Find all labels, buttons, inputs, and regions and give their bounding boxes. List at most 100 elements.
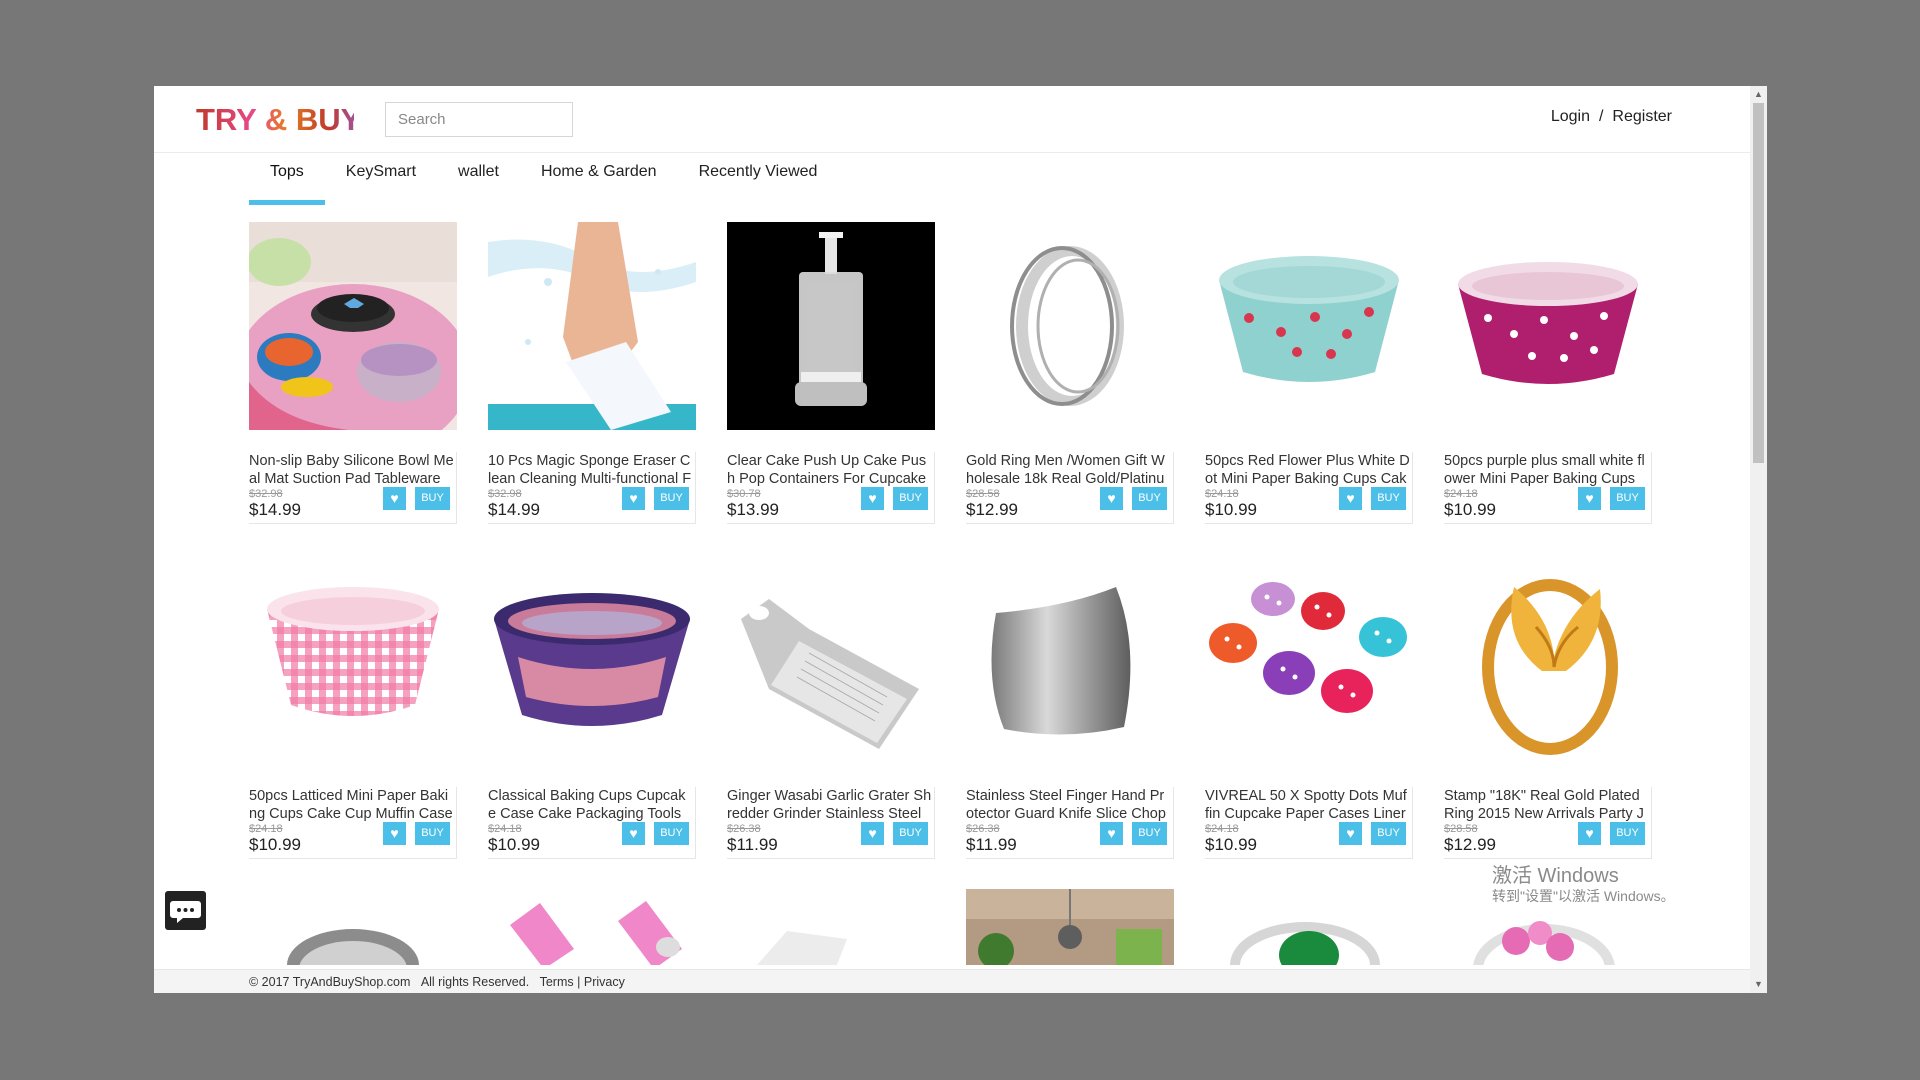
buy-button[interactable]: BUY <box>1610 487 1645 510</box>
chat-button[interactable] <box>165 891 206 930</box>
product-info: VIVREAL 50 X Spotty Dots Muffin Cupcake … <box>1205 787 1413 859</box>
product-price: $14.99 <box>249 500 301 519</box>
product-image-partial[interactable] <box>249 889 457 965</box>
product-title[interactable]: 50pcs purple plus small white flower Min… <box>1444 452 1651 488</box>
product-title[interactable]: Gold Ring Men /Women Gift Wholesale 18k … <box>966 452 1173 488</box>
heart-icon[interactable]: ♥ <box>1100 487 1123 510</box>
product-card[interactable]: 50pcs purple plus small white flower Min… <box>1444 222 1654 524</box>
product-image-purple-floral-cupcake-liner[interactable] <box>1444 222 1652 430</box>
product-info: 50pcs purple plus small white flower Min… <box>1444 452 1652 524</box>
product-card[interactable]: Ginger Wasabi Garlic Grater Shredder Gri… <box>727 557 937 859</box>
product-image-finger-guard[interactable] <box>966 557 1174 765</box>
buy-button[interactable]: BUY <box>654 487 689 510</box>
product-card[interactable]: Stainless Steel Finger Hand Protector Gu… <box>966 557 1176 859</box>
product-image-partial[interactable] <box>488 889 696 965</box>
product-image-pink-gingham-cupcake-liner[interactable] <box>249 557 457 765</box>
product-price: $13.99 <box>727 500 779 519</box>
product-price: $11.99 <box>966 835 1017 854</box>
product-price: $14.99 <box>488 500 540 519</box>
product-image-ginger-grater[interactable] <box>727 557 935 765</box>
product-info: Gold Ring Men /Women Gift Wholesale 18k … <box>966 452 1174 524</box>
scroll-thumb[interactable] <box>1753 103 1764 463</box>
product-image-silver-ring[interactable] <box>966 222 1174 430</box>
product-title[interactable]: 50pcs Latticed Mini Paper Baking Cups Ca… <box>249 787 456 823</box>
terms-link[interactable]: Terms <box>540 975 574 989</box>
product-image-cake-push-pop[interactable] <box>727 222 935 430</box>
product-old-price: $32.98 <box>249 488 283 500</box>
product-price: $10.99 <box>1205 500 1257 519</box>
scroll-up-arrow-icon[interactable]: ▲ <box>1750 86 1767 103</box>
logo-text: TRY & BUY <box>196 102 354 137</box>
product-title[interactable]: Stainless Steel Finger Hand Protector Gu… <box>966 787 1173 823</box>
heart-icon[interactable]: ♥ <box>622 487 645 510</box>
site-logo[interactable]: TRY & BUY <box>194 98 354 138</box>
buy-button[interactable]: BUY <box>1371 487 1406 510</box>
product-old-price: $26.38 <box>727 823 761 835</box>
product-card[interactable]: Clear Cake Push Up Cake Push Pop Contain… <box>727 222 937 524</box>
tab-recently-viewed[interactable]: Recently Viewed <box>678 152 839 215</box>
product-image-silicone-bowl-mat[interactable] <box>249 222 457 430</box>
login-link[interactable]: Login <box>1551 108 1590 125</box>
product-title[interactable]: 50pcs Red Flower Plus White Dot Mini Pap… <box>1205 452 1412 488</box>
buy-button[interactable]: BUY <box>893 822 928 845</box>
product-image-spotty-dot-liners[interactable] <box>1205 557 1413 765</box>
buy-button[interactable]: BUY <box>893 487 928 510</box>
chat-bubble-icon <box>170 901 201 923</box>
product-title[interactable]: Clear Cake Push Up Cake Push Pop Contain… <box>727 452 934 488</box>
heart-icon[interactable]: ♥ <box>1578 822 1601 845</box>
product-image-partial[interactable] <box>966 889 1174 965</box>
product-info: Non-slip Baby Silicone Bowl Meal Mat Suc… <box>249 452 457 524</box>
heart-icon[interactable]: ♥ <box>1339 822 1362 845</box>
search-input[interactable] <box>385 102 573 137</box>
heart-icon[interactable]: ♥ <box>1339 487 1362 510</box>
product-title[interactable]: Classical Baking Cups Cupcake Case Cake … <box>488 787 695 823</box>
rights-text: All rights Reserved. <box>420 975 530 989</box>
product-info: 50pcs Latticed Mini Paper Baking Cups Ca… <box>249 787 457 859</box>
tab-keysmart[interactable]: KeySmart <box>325 152 437 215</box>
register-link[interactable]: Register <box>1612 108 1672 125</box>
product-title[interactable]: Stamp "18K" Real Gold Plated Ring 2015 N… <box>1444 787 1651 823</box>
buy-button[interactable]: BUY <box>1371 822 1406 845</box>
product-title[interactable]: Non-slip Baby Silicone Bowl Meal Mat Suc… <box>249 452 456 488</box>
product-image-partial[interactable] <box>1205 889 1413 965</box>
product-image-teal-floral-cupcake-liner[interactable] <box>1205 222 1413 430</box>
heart-icon[interactable]: ♥ <box>861 487 884 510</box>
buy-button[interactable]: BUY <box>415 822 450 845</box>
product-info: Stamp "18K" Real Gold Plated Ring 2015 N… <box>1444 787 1652 859</box>
product-card[interactable]: 50pcs Red Flower Plus White Dot Mini Pap… <box>1205 222 1415 524</box>
product-card[interactable]: Non-slip Baby Silicone Bowl Meal Mat Suc… <box>249 222 459 524</box>
heart-icon[interactable]: ♥ <box>861 822 884 845</box>
tab-home-garden[interactable]: Home & Garden <box>520 152 678 215</box>
buy-button[interactable]: BUY <box>415 487 450 510</box>
product-title[interactable]: 10 Pcs Magic Sponge Eraser Clean Cleanin… <box>488 452 695 488</box>
product-old-price: $30.78 <box>727 488 761 500</box>
product-card[interactable]: Classical Baking Cups Cupcake Case Cake … <box>488 557 698 859</box>
product-image-partial[interactable] <box>727 889 935 965</box>
product-card[interactable]: 50pcs Latticed Mini Paper Baking Cups Ca… <box>249 557 459 859</box>
vertical-scrollbar[interactable]: ▲ ▼ <box>1750 86 1767 993</box>
product-price: $11.99 <box>727 835 778 854</box>
product-card[interactable]: Gold Ring Men /Women Gift Wholesale 18k … <box>966 222 1176 524</box>
scroll-down-arrow-icon[interactable]: ▼ <box>1750 976 1767 993</box>
product-title[interactable]: VIVREAL 50 X Spotty Dots Muffin Cupcake … <box>1205 787 1412 823</box>
buy-button[interactable]: BUY <box>654 822 689 845</box>
buy-button[interactable]: BUY <box>1132 822 1167 845</box>
heart-icon[interactable]: ♥ <box>383 487 406 510</box>
privacy-link[interactable]: Privacy <box>584 975 625 989</box>
product-image-magic-sponge[interactable] <box>488 222 696 430</box>
product-card[interactable]: 10 Pcs Magic Sponge Eraser Clean Cleanin… <box>488 222 698 524</box>
product-card[interactable]: VIVREAL 50 X Spotty Dots Muffin Cupcake … <box>1205 557 1415 859</box>
heart-icon[interactable]: ♥ <box>622 822 645 845</box>
product-title[interactable]: Ginger Wasabi Garlic Grater Shredder Gri… <box>727 787 934 823</box>
buy-button[interactable]: BUY <box>1610 822 1645 845</box>
buy-button[interactable]: BUY <box>1132 487 1167 510</box>
product-image-gold-butterfly-ring[interactable] <box>1444 557 1652 765</box>
heart-icon[interactable]: ♥ <box>1100 822 1123 845</box>
heart-icon[interactable]: ♥ <box>383 822 406 845</box>
category-tabs: Tops KeySmart wallet Home & Garden Recen… <box>249 152 838 215</box>
tab-tops[interactable]: Tops <box>249 152 325 215</box>
product-image-classical-baking-cup[interactable] <box>488 557 696 765</box>
heart-icon[interactable]: ♥ <box>1578 487 1601 510</box>
product-card[interactable]: Stamp "18K" Real Gold Plated Ring 2015 N… <box>1444 557 1654 859</box>
tab-wallet[interactable]: wallet <box>437 152 520 215</box>
